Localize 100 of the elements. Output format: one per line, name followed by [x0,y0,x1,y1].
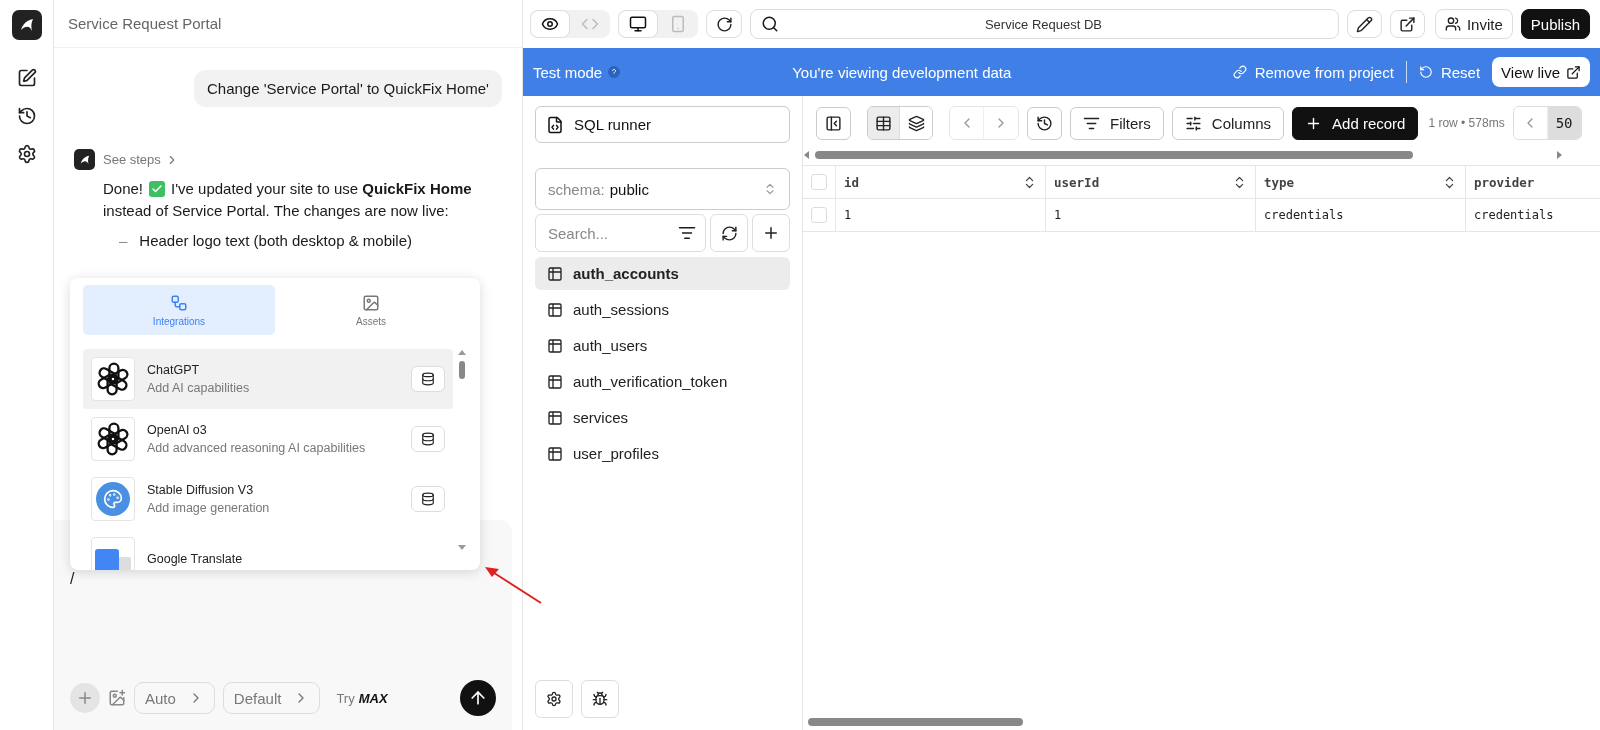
address-field[interactable]: Service Request DB [750,9,1339,39]
table-item[interactable]: auth_verification_token [535,365,790,398]
users-icon [1444,16,1461,32]
settings-button[interactable] [535,680,573,718]
layers-icon [907,114,925,132]
table-item[interactable]: auth_users [535,329,790,362]
integration-name: OpenAI o3 [147,423,208,437]
table-search-field[interactable]: Search... [535,214,706,252]
add-integration-button[interactable] [411,366,445,392]
link-icon [1232,65,1247,79]
view-toggle[interactable] [868,107,900,139]
filters-button[interactable]: Filters [1070,106,1164,140]
table-icon [547,409,563,426]
history-button[interactable] [16,106,37,126]
refresh-button[interactable] [710,214,748,252]
external-link-icon [1398,15,1416,33]
integration-description: Add advanced reasoning AI capabilities [147,441,367,455]
schema-value: public [609,180,649,198]
plus-icon [762,224,780,242]
table-item[interactable]: auth_accounts [535,257,790,290]
test-mode-label: Test mode [533,63,603,81]
row-checkbox[interactable] [811,207,827,223]
image-plus-icon [108,689,126,707]
phone-icon [669,15,687,33]
database-icon [421,372,435,386]
database-icon [421,432,435,446]
table-item[interactable]: auth_sessions [535,293,790,326]
integration-item[interactable]: OpenAI o3 Add advanced reasoning AI capabilities [83,409,453,469]
grid-icon [875,114,892,132]
project-title: Service Request Portal [68,15,222,32]
table-cell: credentials [1466,199,1600,232]
invite-button[interactable]: Invite [1434,9,1513,39]
monitor-icon [629,15,647,33]
page-size[interactable]: 50 [1547,107,1581,139]
model-select[interactable]: Default [222,682,321,714]
nodes-icon [170,293,188,312]
add-table-button[interactable] [752,214,790,252]
bug-icon [592,691,608,707]
try-text: Try [336,690,355,706]
schema-select[interactable]: schema: public [535,168,790,210]
settings-button[interactable] [16,144,37,164]
integration-item[interactable]: Google Translate [83,529,453,570]
knot-logo-icon [95,361,131,397]
open-external-button[interactable] [1389,10,1425,38]
integration-description: Add image generation [147,501,271,515]
mode-select[interactable]: Auto [134,682,215,714]
eye-icon [541,15,559,33]
history-icon [16,106,37,126]
settings-icon [546,691,562,707]
table-item[interactable]: services [535,401,790,434]
integration-name: Stable Diffusion V3 [147,483,255,497]
publish-button[interactable]: Publish [1520,9,1590,39]
max-label[interactable]: MAX [358,690,388,706]
reset-icon [1418,65,1433,79]
history-button[interactable] [1027,106,1062,140]
debug-button[interactable] [581,680,619,718]
column-header[interactable]: userId [1046,166,1256,199]
reload-button[interactable] [706,10,742,38]
column-header[interactable]: id [836,166,1046,199]
message-input[interactable]: / [70,570,496,588]
send-button[interactable] [460,680,496,716]
integration-item[interactable]: Stable Diffusion V3 Add image generation [83,469,453,529]
bullet-dash: – [119,232,128,249]
table-item[interactable]: user_profiles [535,437,790,470]
schema-label: schema: [548,180,605,198]
refresh-icon [720,224,738,242]
new-chat-button[interactable] [16,68,37,88]
select-all-checkbox[interactable] [811,174,827,190]
table-cell: 1 [1046,199,1256,232]
edit-button[interactable] [1346,10,1382,38]
integration-item[interactable]: ChatGPT Add AI capabilities [83,349,453,409]
popup-tab[interactable]: Assets [275,285,467,335]
add-integration-button[interactable] [411,426,445,452]
scrollbar[interactable] [808,718,1023,726]
help-icon[interactable] [608,66,621,78]
query-stats: 1 row • 578ms [1428,116,1505,130]
table-icon [547,445,563,462]
add-record-button[interactable]: Add record [1292,106,1419,140]
annotation-arrow [483,565,543,605]
table-cell: credentials [1256,199,1466,232]
sql-runner-button[interactable]: SQL runner [535,106,790,143]
view-mode-tab[interactable] [530,10,570,38]
app-logo[interactable] [11,10,42,40]
column-header[interactable]: provider [1466,166,1600,199]
add-integration-button[interactable] [411,486,445,512]
add-image-button[interactable] [108,689,126,707]
table-icon [547,337,563,354]
plus-icon [76,689,94,707]
reset-link[interactable]: Reset [1418,63,1481,81]
see-steps-link[interactable]: See steps [103,152,179,167]
settings-icon [16,144,37,164]
toggle-sidebar-button[interactable] [816,106,851,140]
code-file-icon [546,115,564,134]
column-header[interactable]: type [1256,166,1466,199]
edit-icon [16,68,37,88]
remove-from-project-link[interactable]: Remove from project [1232,63,1394,81]
device-tab[interactable] [618,10,658,38]
banner-message: You're viewing development data [792,63,1012,81]
view-live-button[interactable]: View live [1492,57,1590,87]
columns-button[interactable]: Columns [1171,106,1285,140]
